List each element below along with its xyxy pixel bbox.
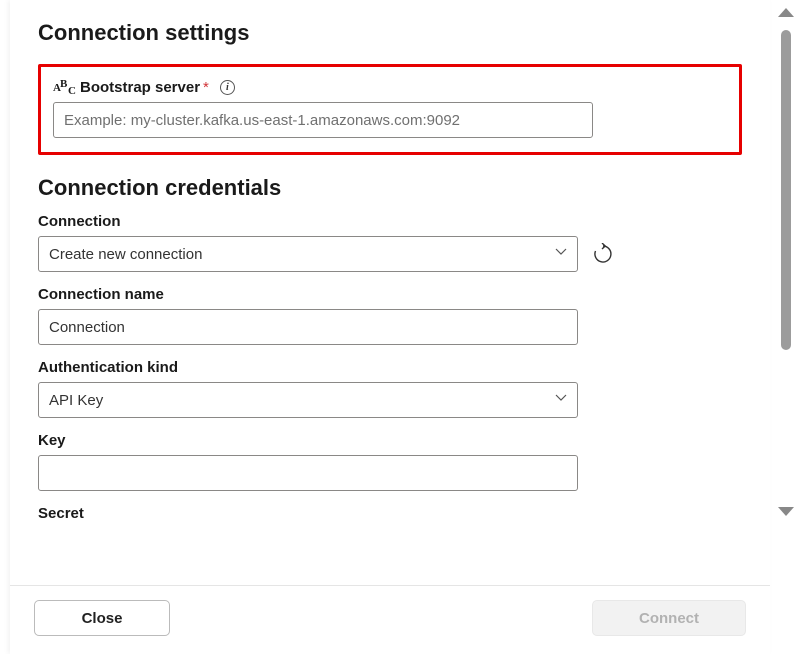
bootstrap-server-highlight: ABC Bootstrap server * i — [38, 64, 742, 155]
bootstrap-server-label: ABC Bootstrap server * i — [53, 79, 727, 96]
connection-field: Connection Create new connection — [38, 213, 742, 272]
content-area: Connection settings ABC Bootstrap server… — [10, 0, 770, 585]
authentication-kind-select[interactable]: API Key — [38, 382, 578, 418]
required-asterisk: * — [203, 79, 209, 96]
connection-settings-title: Connection settings — [38, 20, 742, 46]
refresh-icon[interactable] — [592, 243, 614, 265]
connection-credentials-title: Connection credentials — [38, 175, 742, 201]
secret-field: Secret — [38, 505, 742, 522]
connection-name-label: Connection name — [38, 286, 742, 303]
authentication-kind-label: Authentication kind — [38, 359, 742, 376]
connection-settings-panel: Connection settings ABC Bootstrap server… — [10, 0, 770, 654]
bootstrap-server-input[interactable] — [53, 102, 593, 138]
dialog-footer: Close Connect — [10, 585, 770, 654]
connection-name-input[interactable] — [38, 309, 578, 345]
scroll-down-arrow-icon[interactable] — [778, 507, 794, 516]
abc-text-icon: ABC — [53, 80, 75, 96]
secret-label: Secret — [38, 505, 742, 522]
key-input[interactable] — [38, 455, 578, 491]
scroll-thumb[interactable] — [781, 30, 791, 350]
connect-button[interactable]: Connect — [592, 600, 746, 636]
authentication-kind-field: Authentication kind API Key — [38, 359, 742, 418]
key-label: Key — [38, 432, 742, 449]
connection-select[interactable]: Create new connection — [38, 236, 578, 272]
connection-label: Connection — [38, 213, 742, 230]
key-field: Key — [38, 432, 742, 491]
connection-name-field: Connection name — [38, 286, 742, 345]
bootstrap-server-label-text: Bootstrap server — [80, 79, 200, 96]
close-button[interactable]: Close — [34, 600, 170, 636]
info-icon[interactable]: i — [220, 80, 235, 95]
scroll-up-arrow-icon[interactable] — [778, 8, 794, 17]
scrollbar[interactable] — [772, 0, 800, 654]
